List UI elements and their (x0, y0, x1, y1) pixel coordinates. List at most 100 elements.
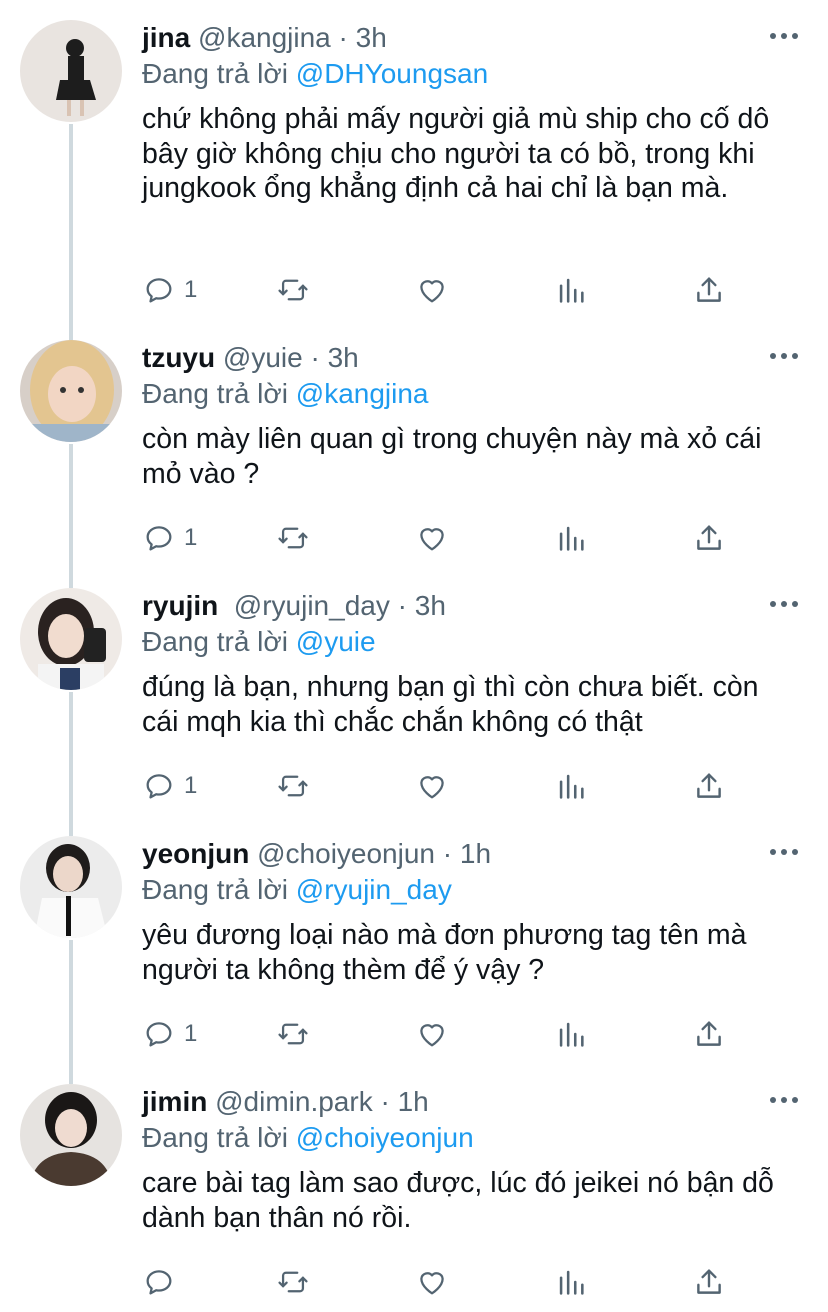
separator: · (302, 342, 328, 373)
tweet[interactable]: jimin @dimin.park · 1h Đang trả lời @cho… (0, 1064, 828, 1312)
share-icon (697, 1021, 721, 1046)
retweet-icon (278, 1023, 308, 1045)
display-name[interactable]: jimin (142, 1086, 207, 1117)
analytics-icon (559, 1270, 584, 1295)
retweet-button[interactable] (276, 1262, 310, 1302)
retweet-button[interactable] (276, 1014, 310, 1054)
reply-button[interactable] (142, 1262, 184, 1302)
like-icon (420, 1272, 444, 1295)
reply-count: 1 (184, 276, 198, 303)
retweet-button[interactable] (276, 766, 310, 806)
tweet[interactable]: tzuyu @yuie · 3h Đang trả lời @kangjina … (0, 320, 828, 568)
avatar[interactable] (20, 20, 122, 122)
more-icon[interactable] (768, 1088, 800, 1112)
user-handle[interactable]: @kangjina (198, 22, 331, 53)
timestamp[interactable]: 3h (415, 590, 446, 621)
action-bar: 1 (142, 766, 742, 806)
tweet[interactable]: jina @kangjina · 3h Đang trả lời @DHYoun… (0, 0, 828, 340)
separator: · (389, 590, 415, 621)
more-icon[interactable] (768, 592, 800, 616)
like-button[interactable] (415, 518, 449, 558)
reply-icon (146, 278, 172, 303)
retweet-icon (278, 527, 308, 549)
replying-prefix: Đang trả lời (142, 378, 296, 409)
avatar[interactable] (20, 340, 122, 442)
analytics-icon (559, 774, 584, 799)
mention-link[interactable]: @choiyeonjun (296, 1122, 474, 1153)
user-handle[interactable]: @dimin.park (215, 1086, 373, 1117)
timestamp[interactable]: 3h (328, 342, 359, 373)
more-icon[interactable] (768, 344, 800, 368)
share-button[interactable] (692, 518, 726, 558)
retweet-button[interactable] (276, 518, 310, 558)
reply-button[interactable]: 1 (142, 270, 197, 310)
user-handle[interactable]: @choiyeonjun (257, 838, 435, 869)
replying-prefix: Đang trả lời (142, 1122, 296, 1153)
share-button[interactable] (692, 1262, 726, 1302)
separator: · (330, 22, 356, 53)
display-name[interactable]: jina (142, 22, 190, 53)
timestamp[interactable]: 1h (398, 1086, 429, 1117)
like-icon (420, 776, 444, 799)
reply-icon (146, 1022, 172, 1047)
replying-prefix: Đang trả lời (142, 874, 296, 905)
action-bar: 1 (142, 1014, 742, 1054)
tweet[interactable]: yeonjun @choiyeonjun · 1h Đang trả lời @… (0, 816, 828, 1064)
like-button[interactable] (415, 1014, 449, 1054)
timestamp[interactable]: 1h (460, 838, 491, 869)
retweet-button[interactable] (276, 270, 310, 310)
like-button[interactable] (415, 270, 449, 310)
share-icon (697, 277, 721, 302)
analytics-button[interactable] (554, 1262, 588, 1302)
tweet-text: đúng là bạn, nhưng bạn gì thì còn chưa b… (142, 671, 759, 738)
timestamp[interactable]: 3h (356, 22, 387, 53)
analytics-button[interactable] (554, 1014, 588, 1054)
replying-prefix: Đang trả lời (142, 58, 296, 89)
reply-button[interactable]: 1 (142, 766, 197, 806)
more-icon[interactable] (768, 840, 800, 864)
tweet[interactable]: ryujin @ryujin_day · 3h Đang trả lời @yu… (0, 568, 828, 816)
tweet-header: jimin @dimin.park · 1h (142, 1084, 429, 1120)
reply-count: 1 (184, 772, 198, 799)
share-button[interactable] (692, 270, 726, 310)
mention-link[interactable]: @ryujin_day (296, 874, 452, 905)
analytics-button[interactable] (554, 766, 588, 806)
reply-button[interactable]: 1 (142, 518, 197, 558)
tweet-header: jina @kangjina · 3h (142, 20, 387, 56)
user-handle[interactable]: @yuie (223, 342, 303, 373)
analytics-button[interactable] (554, 270, 588, 310)
replying-to: Đang trả lời @choiyeonjun (142, 1120, 474, 1156)
tweet-header: yeonjun @choiyeonjun · 1h (142, 836, 491, 872)
share-button[interactable] (692, 1014, 726, 1054)
display-name[interactable]: tzuyu (142, 342, 215, 373)
reply-count: 1 (184, 1020, 198, 1047)
tweet-text: còn mày liên quan gì trong chuyện này mà… (142, 423, 762, 490)
avatar[interactable] (20, 836, 122, 938)
avatar[interactable] (20, 1084, 122, 1186)
share-button[interactable] (692, 766, 726, 806)
analytics-button[interactable] (554, 518, 588, 558)
display-name[interactable]: ryujin (142, 590, 218, 621)
reply-icon (146, 526, 172, 551)
mention-link[interactable]: @kangjina (296, 378, 429, 409)
like-icon (420, 528, 444, 551)
tweet-text: chứ không phải mấy người giả mù ship cho… (142, 103, 770, 204)
user-handle[interactable]: @ryujin_day (234, 590, 390, 621)
tweet-header: ryujin @ryujin_day · 3h (142, 588, 446, 624)
reply-button[interactable]: 1 (142, 1014, 197, 1054)
display-name[interactable]: yeonjun (142, 838, 249, 869)
tweet-text: yêu đương loại nào mà đơn phương tag tên… (142, 919, 747, 986)
reply-icon (146, 1270, 172, 1295)
replying-to: Đang trả lời @DHYoungsan (142, 56, 488, 92)
replying-prefix: Đang trả lời (142, 626, 296, 657)
like-button[interactable] (415, 766, 449, 806)
analytics-icon (559, 526, 584, 551)
avatar[interactable] (20, 588, 122, 690)
mention-link[interactable]: @yuie (296, 626, 376, 657)
action-bar (142, 1262, 742, 1302)
action-bar: 1 (142, 518, 742, 558)
more-icon[interactable] (768, 24, 800, 48)
like-button[interactable] (415, 1262, 449, 1302)
share-icon (697, 1269, 721, 1294)
mention-link[interactable]: @DHYoungsan (296, 58, 488, 89)
